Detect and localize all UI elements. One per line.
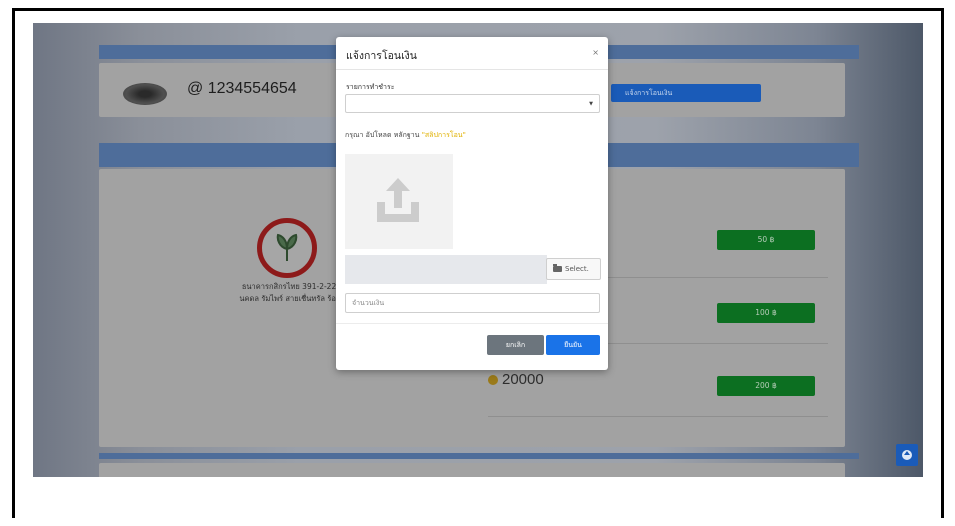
upload-hint: กรุณา อัปโหลด หลักฐาน "สลิปการโอน": [345, 130, 466, 141]
account-name: นคดล รัมไพร์ สายเชื่นทรัล ร้อน: [239, 294, 341, 303]
coin-icon: [488, 375, 498, 385]
upload-icon: [377, 178, 419, 222]
upload-preview[interactable]: [345, 154, 453, 249]
username: @ 1234554654: [187, 80, 297, 97]
topup-option-1[interactable]: 50 ฿: [717, 230, 815, 250]
file-path-field[interactable]: [345, 255, 547, 284]
close-icon[interactable]: ×: [592, 48, 599, 57]
arrow-up-circle-icon: [902, 450, 912, 460]
coin-balance: 20000: [488, 371, 544, 388]
modal-header-divider: [336, 69, 608, 70]
upload-hint-highlight: "สลิปการโอน": [421, 131, 466, 139]
topup-option-2[interactable]: 100 ฿: [717, 303, 815, 323]
divider: [488, 416, 828, 417]
notify-transfer-button[interactable]: แจ้งการโอนเงิน: [611, 84, 761, 102]
topup-option-3[interactable]: 200 ฿: [717, 376, 815, 396]
confirm-button[interactable]: ยืนยัน: [546, 335, 600, 355]
select-file-button[interactable]: Select.: [546, 258, 601, 280]
footer-card: [99, 463, 845, 477]
chevron-down-icon: ▼: [589, 101, 593, 107]
bank-info: ธนาคารกสิกรไทย 391-2-222 นคดล รัมไพร์ สา…: [221, 281, 341, 305]
select-file-label: Select.: [565, 265, 589, 273]
cancel-button[interactable]: ยกเลิก: [487, 335, 544, 355]
footer-band: [99, 453, 859, 459]
payment-select[interactable]: ▼: [345, 94, 600, 113]
transfer-notification-modal: แจ้งการโอนเงิน × รายการทำชำระ ▼ กรุณา อั…: [336, 37, 608, 370]
coin-amount: 20000: [502, 371, 544, 388]
modal-title: แจ้งการโอนเงิน: [346, 50, 417, 62]
kasikorn-leaf-icon: [276, 233, 298, 261]
file-input-group: Select.: [345, 255, 601, 284]
modal-footer-divider: [336, 323, 608, 324]
upload-hint-text: กรุณา อัปโหลด หลักฐาน: [345, 131, 422, 139]
bank-logo: [257, 218, 317, 278]
bank-name: ธนาคารกสิกรไทย 391-2-222: [241, 282, 341, 291]
payment-label: รายการทำชำระ: [346, 83, 395, 91]
amount-input[interactable]: [345, 293, 600, 313]
avatar[interactable]: [123, 83, 167, 105]
scroll-to-top-button[interactable]: [896, 444, 918, 466]
folder-icon: [553, 263, 562, 272]
